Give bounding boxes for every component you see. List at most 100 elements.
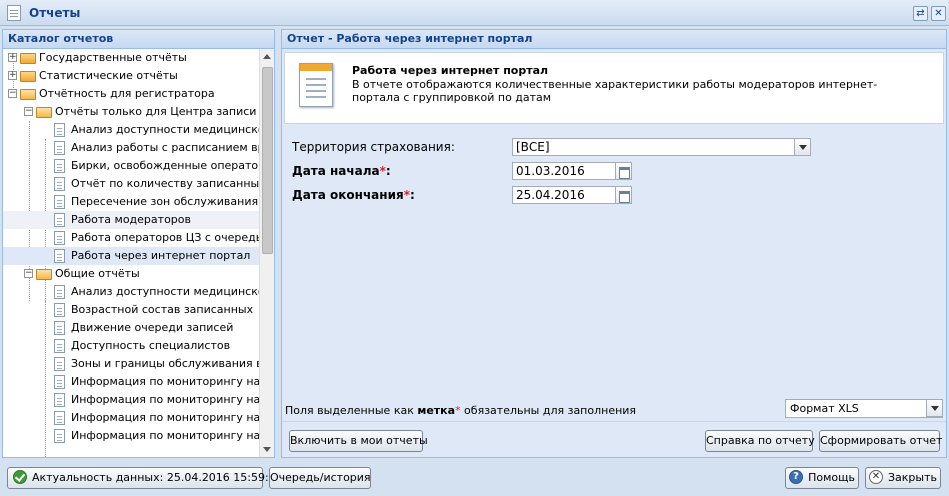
territory-combo[interactable]: [ВСЕ] [512,138,811,156]
report-title: Работа через интернет портал [352,64,549,77]
help-button[interactable]: ? Помощь [785,467,859,489]
document-icon [54,123,65,137]
close-button[interactable]: ✕ Закрыть [865,467,941,489]
tree-label: Статистические отчёты [39,69,178,82]
tree-label: Информация по мониторингу направ [71,393,260,406]
tree-item-report[interactable]: Возрастной состав записанных [3,301,260,319]
collapse-minus-icon[interactable]: − [24,269,33,278]
tree-folder-statistical-reports[interactable]: + Статистические отчёты [3,67,260,85]
report-footer: Включить в мои отчеты Справка по отчету … [282,421,946,457]
document-icon [54,249,65,263]
end-date-label: Дата окончания*: [292,188,415,202]
tree-item-report[interactable]: Зоны и границы обслуживания врачи [3,355,260,373]
tree-item-report[interactable]: Информация по мониторингу направ [3,409,260,427]
tree-item-report[interactable]: Анализ доступности медицинской по [3,121,260,139]
start-date-label: Дата начала*: [292,164,391,178]
generate-report-button[interactable]: Сформировать отчет [819,430,942,452]
tree-label: Отчёт по количеству записанных св [71,177,260,190]
tree-item-report[interactable]: Доступность специалистов [3,337,260,355]
tree-label: Информация по мониторингу направ [71,429,260,442]
close-icon: ✕ [869,470,883,484]
tree-label: Работа операторов ЦЗ с очередью за [71,231,260,244]
tree-item-report[interactable]: Движение очереди записей [3,319,260,337]
window-titlebar: Отчеты ⇄ ✕ [0,0,949,26]
tree-folder-general-reports[interactable]: − Общие отчёты [3,265,260,283]
tree-label: Зоны и границы обслуживания врачи [71,357,260,370]
tree-item-report[interactable]: Анализ работы с расписанием врача [3,139,260,157]
tree-label: Анализ доступности медицинской по [71,285,260,298]
report-window-icon [7,4,21,21]
tree-label: Общие отчёты [55,267,140,280]
dropdown-arrow-icon[interactable] [926,399,943,417]
folder-icon [20,71,36,82]
window-title: Отчеты [29,5,81,20]
document-icon [54,357,65,371]
format-select[interactable]: Формат XLS [785,399,943,418]
scroll-up-arrow-icon[interactable] [263,54,271,59]
tree-label: Анализ доступности медицинской по [71,123,260,136]
end-date-field[interactable]: 25.04.2016 [512,186,632,204]
tree-label: Движение очереди записей [71,321,234,334]
territory-value: [ВСЕ] [516,140,550,154]
document-icon [54,195,65,209]
dropdown-arrow-icon[interactable] [794,138,811,156]
document-icon [54,393,65,407]
tree-label: Доступность специалистов [71,339,231,352]
data-actuality-label: Актуальность данных: 25.04.2016 15:59:26 [32,471,283,484]
tree-item-report[interactable]: Работа модераторов [3,211,260,229]
tree-label: Информация по мониторингу направ [71,411,260,424]
tree-label: Работа модераторов [71,213,191,226]
data-actuality-button[interactable]: Актуальность данных: 25.04.2016 15:59:26 [7,467,283,489]
collapse-minus-icon[interactable]: − [8,89,17,98]
report-document-icon [299,63,333,107]
calendar-icon[interactable] [615,186,632,204]
tree-item-report[interactable]: Информация по мониторингу направ [3,373,260,391]
document-icon [54,429,65,443]
tree-label: Возрастной состав записанных [71,303,254,316]
tree-item-report[interactable]: Анализ доступности медицинской по [3,283,260,301]
report-description-box: Работа через интернет портал В отчете от… [284,52,944,124]
document-icon [54,339,65,353]
document-icon [54,177,65,191]
folder-open-icon [20,89,36,100]
tree-item-report[interactable]: Информация по мониторингу направ [3,391,260,409]
tree-label: Пересечение зон обслуживания [71,195,259,208]
window-close-icon[interactable]: ✕ [931,6,946,21]
tree-folder-call-center[interactable]: − Отчёты только для Центра записи [3,103,260,121]
tree-label: Отчётность для регистратора [39,87,215,100]
check-icon [13,470,27,484]
collapse-minus-icon[interactable]: − [24,107,33,116]
tree-folder-state-reports[interactable]: + Государственные отчёты [3,49,260,67]
report-description: В отчете отображаются количественные хар… [352,78,878,104]
tree-item-report[interactable]: Отчёт по количеству записанных св [3,175,260,193]
tree-item-report[interactable]: Работа операторов ЦЗ с очередью за [3,229,260,247]
start-date-field[interactable]: 01.03.2016 [512,162,632,180]
document-icon [54,303,65,317]
expand-plus-icon[interactable]: + [8,71,17,80]
format-value: Формат XLS [790,402,859,415]
tree-label: Работа через интернет портал [71,249,251,262]
calendar-icon[interactable] [615,162,632,180]
scrollbar-thumb[interactable] [262,67,273,254]
start-date-value: 01.03.2016 [516,164,585,178]
scroll-down-arrow-icon[interactable] [263,447,271,452]
tree-item-report[interactable]: Пересечение зон обслуживания [3,193,260,211]
tree-folder-registrar-reports[interactable]: − Отчётность для регистратора [3,85,260,103]
catalog-header: Каталог отчетов [3,30,274,49]
expand-plus-icon[interactable]: + [8,53,17,62]
tree-item-report-selected[interactable]: Работа через интернет портал [3,247,260,265]
tree-label: Бирки, освобожденные операторами [71,159,260,172]
document-icon [54,231,65,245]
queue-history-button[interactable]: Очередь/история [269,467,371,489]
restore-icon[interactable]: ⇄ [913,6,928,21]
include-in-my-reports-button[interactable]: Включить в мои отчеты [289,430,428,452]
tree-item-report[interactable]: Бирки, освобожденные операторами [3,157,260,175]
folder-open-icon [36,269,52,280]
folder-open-icon [36,107,52,118]
catalog-scrollbar[interactable] [259,49,274,457]
folder-icon [20,53,36,64]
end-date-value: 25.04.2016 [516,188,585,202]
report-help-button[interactable]: Справка по отчету [705,430,815,452]
document-icon [54,213,65,227]
tree-item-report[interactable]: Информация по мониторингу направ [3,427,260,445]
